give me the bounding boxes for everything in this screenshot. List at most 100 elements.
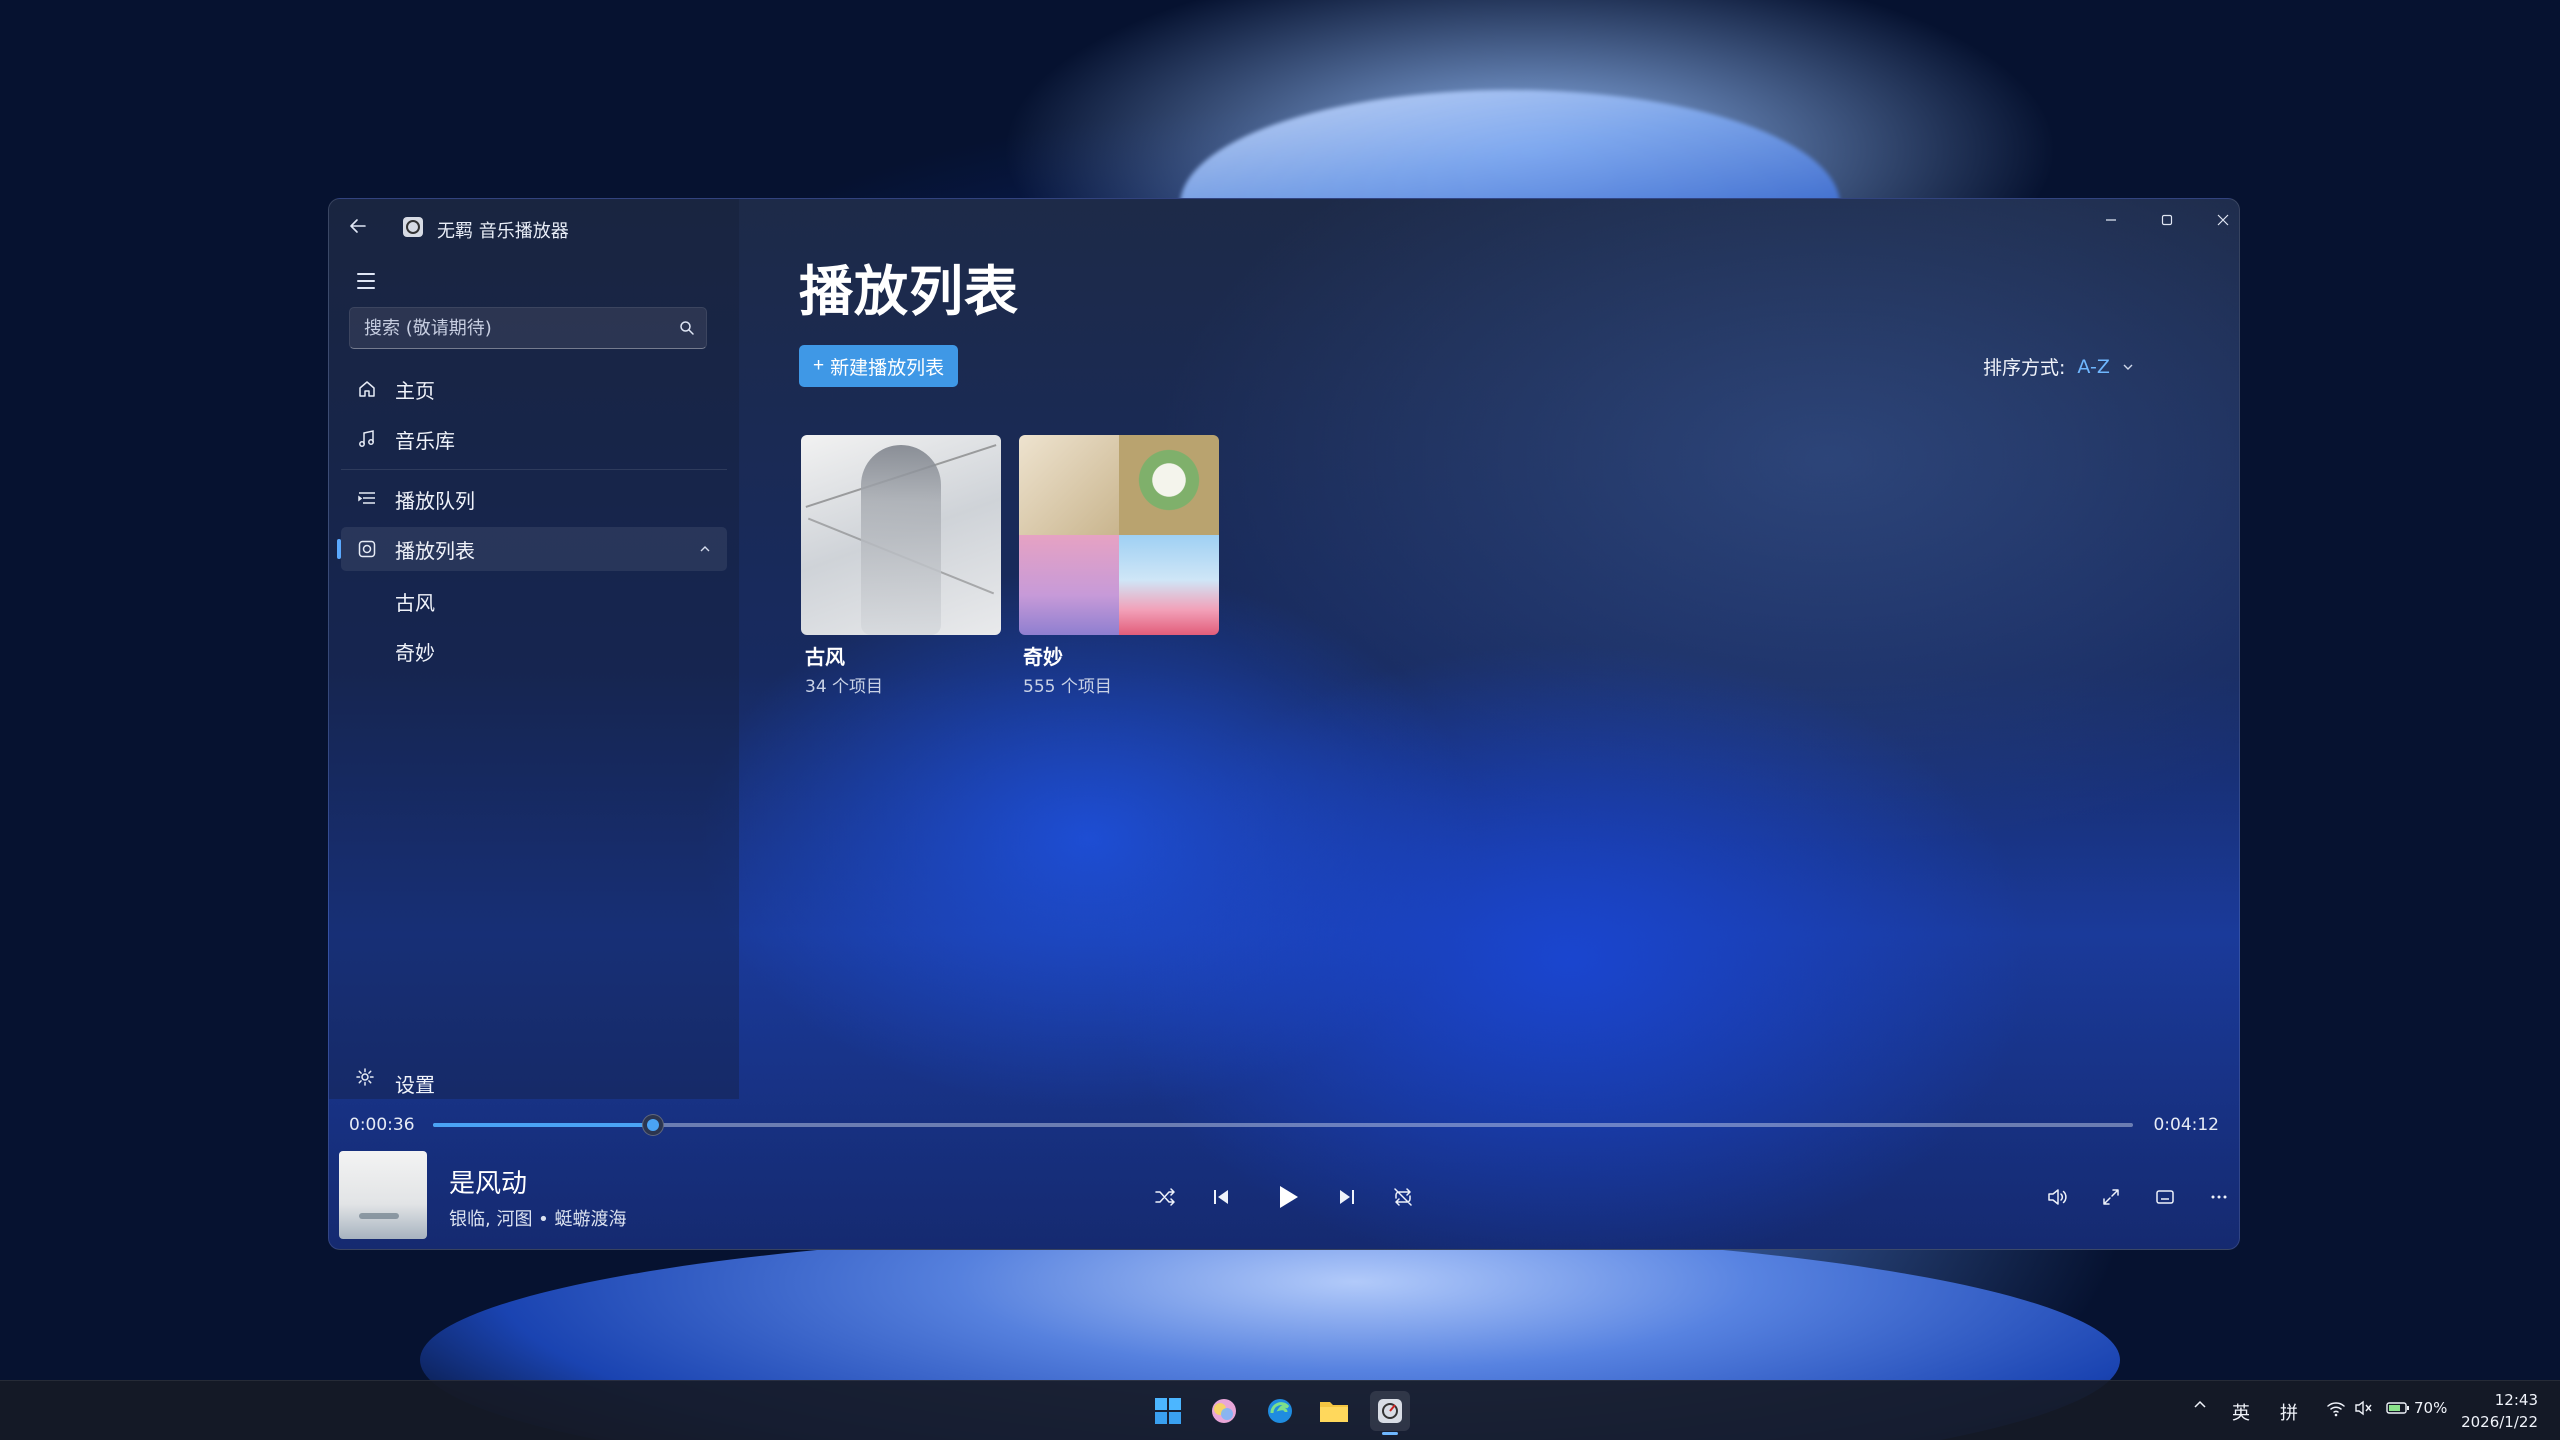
clock-time: 12:43 <box>2494 1391 2538 1409</box>
nav-item-queue[interactable]: 播放队列 <box>341 477 727 521</box>
arrow-left-icon <box>350 219 366 233</box>
nav-label-playlists: 播放列表 <box>395 538 475 563</box>
mini-player-icon <box>2156 1190 2174 1204</box>
sort-dropdown[interactable]: 排序方式: A-Z <box>1983 353 2134 380</box>
nav-item-library[interactable]: 音乐库 <box>341 417 727 461</box>
app-logo-icon <box>403 217 423 237</box>
nav-label-home: 主页 <box>395 378 435 403</box>
play-icon <box>1280 1186 1298 1208</box>
next-icon <box>1340 1190 1354 1204</box>
maximize-icon <box>2161 214 2173 226</box>
sort-label: 排序方式: <box>1983 357 2066 379</box>
current-time: 0:00:36 <box>349 1115 415 1135</box>
home-icon <box>355 377 379 401</box>
maximize-button[interactable] <box>2139 205 2195 235</box>
shuffle-button[interactable] <box>1145 1177 1185 1217</box>
taskbar-app-music-player[interactable] <box>1370 1391 1410 1435</box>
clock-date: 2026/1/22 <box>2461 1413 2538 1431</box>
progress-slider[interactable] <box>433 1114 2133 1136</box>
close-button[interactable] <box>2195 205 2239 235</box>
music-player-app-icon <box>1378 1399 1402 1423</box>
app-title: 无羁 音乐播放器 <box>437 221 569 242</box>
previous-icon <box>1214 1190 1228 1204</box>
hamburger-icon <box>357 273 375 275</box>
minimize-button[interactable] <box>2083 205 2139 235</box>
progress-thumb[interactable] <box>642 1114 665 1136</box>
nav-subitem-playlist[interactable]: 古风 <box>341 577 727 621</box>
playlist-cover-image <box>1019 435 1219 635</box>
playlist-name: 古风 <box>805 645 845 669</box>
new-playlist-button[interactable]: + 新建播放列表 <box>799 345 959 387</box>
tray-overflow-button[interactable] <box>2192 1397 2208 1418</box>
chevron-down-icon <box>2122 359 2134 375</box>
battery-percent: 70% <box>2414 1399 2448 1417</box>
windows-logo-icon <box>1155 1398 1181 1424</box>
back-button[interactable] <box>343 211 373 241</box>
wifi-icon[interactable] <box>2326 1399 2346 1422</box>
nav-label-queue: 播放队列 <box>395 488 475 513</box>
taskbar-app-edge[interactable] <box>1260 1391 1300 1431</box>
music-note-icon <box>355 427 379 451</box>
queue-list-icon <box>355 487 379 511</box>
new-playlist-label: 新建播放列表 <box>830 357 945 379</box>
edge-browser-icon <box>1268 1399 1292 1423</box>
nav-label-library: 音乐库 <box>395 428 455 453</box>
playlist-cover-image <box>801 435 1001 635</box>
previous-button[interactable] <box>1201 1177 1241 1217</box>
gear-icon <box>355 1067 375 1092</box>
input-mode-indicator[interactable]: 拼 <box>2280 1399 2298 1425</box>
battery-icon <box>2386 1402 2409 1414</box>
input-language-indicator[interactable]: 英 <box>2232 1399 2250 1425</box>
song-title: 是风动 <box>449 1169 528 1199</box>
app-window: 无羁 音乐播放器 主页 音乐库 播放队列 <box>328 198 2240 1250</box>
expand-icon <box>2103 1189 2119 1205</box>
search-input[interactable] <box>350 308 670 348</box>
nav-item-home[interactable]: 主页 <box>341 367 727 411</box>
nav-subitem-label: 古风 <box>395 591 435 615</box>
title-bar: 无羁 音乐播放器 <box>329 199 2239 245</box>
taskbar: 英 拼 70% 12:43 2026/1/22 <box>0 1380 2560 1440</box>
page-title: 播放列表 <box>799 260 1019 323</box>
menu-toggle-button[interactable] <box>349 265 385 297</box>
repeat-off-button[interactable] <box>1383 1177 1423 1217</box>
battery-indicator[interactable]: 70% <box>2386 1399 2447 1417</box>
chevron-up-icon <box>2194 1400 2206 1408</box>
album-art[interactable] <box>339 1151 427 1239</box>
search-icon[interactable] <box>678 319 696 337</box>
nav-subitem-playlist[interactable]: 奇妙 <box>341 627 727 671</box>
nav-item-settings[interactable]: 设置 <box>341 1059 727 1099</box>
folder-icon <box>1320 1402 1348 1422</box>
playlist-card[interactable]: 古风 34 个项目 <box>801 435 1001 697</box>
chevron-up-icon[interactable] <box>699 541 711 557</box>
song-artist-album: 银临, 河图 • 蜓蝣渡海 <box>449 1209 627 1230</box>
playlist-icon <box>355 537 379 561</box>
copilot-icon <box>1212 1399 1236 1423</box>
sort-value: A-Z <box>2077 355 2110 378</box>
progress-fill <box>433 1123 654 1127</box>
playlist-count: 34 个项目 <box>805 677 884 697</box>
nav-divider <box>341 469 727 470</box>
nav-label-settings: 设置 <box>395 1073 435 1097</box>
minimize-icon <box>2106 219 2116 221</box>
repeat-off-icon <box>1394 1188 1412 1206</box>
playlist-card[interactable]: 奇妙 555 个项目 <box>1019 435 1219 697</box>
start-button[interactable] <box>1148 1391 1188 1431</box>
shuffle-icon <box>1155 1188 1175 1206</box>
volume-icon <box>2048 1189 2067 1205</box>
total-time: 0:04:12 <box>2153 1115 2219 1135</box>
plus-icon: + <box>813 355 825 376</box>
more-icon <box>2211 1195 2227 1199</box>
fullscreen-button[interactable] <box>2091 1177 2131 1217</box>
playlist-count: 555 个项目 <box>1023 677 1112 697</box>
taskbar-app-file-explorer[interactable] <box>1314 1391 1354 1431</box>
volume-muted-icon[interactable] <box>2354 1399 2374 1422</box>
more-options-button[interactable] <box>2199 1177 2239 1217</box>
next-button[interactable] <box>1327 1177 1367 1217</box>
nav-item-playlists[interactable]: 播放列表 <box>337 527 727 571</box>
clock[interactable]: 12:43 2026/1/22 <box>2461 1389 2538 1433</box>
search-box <box>349 307 707 349</box>
volume-button[interactable] <box>2037 1177 2077 1217</box>
play-button[interactable] <box>1261 1171 1313 1223</box>
mini-player-button[interactable] <box>2145 1177 2185 1217</box>
taskbar-app-copilot[interactable] <box>1204 1391 1244 1431</box>
